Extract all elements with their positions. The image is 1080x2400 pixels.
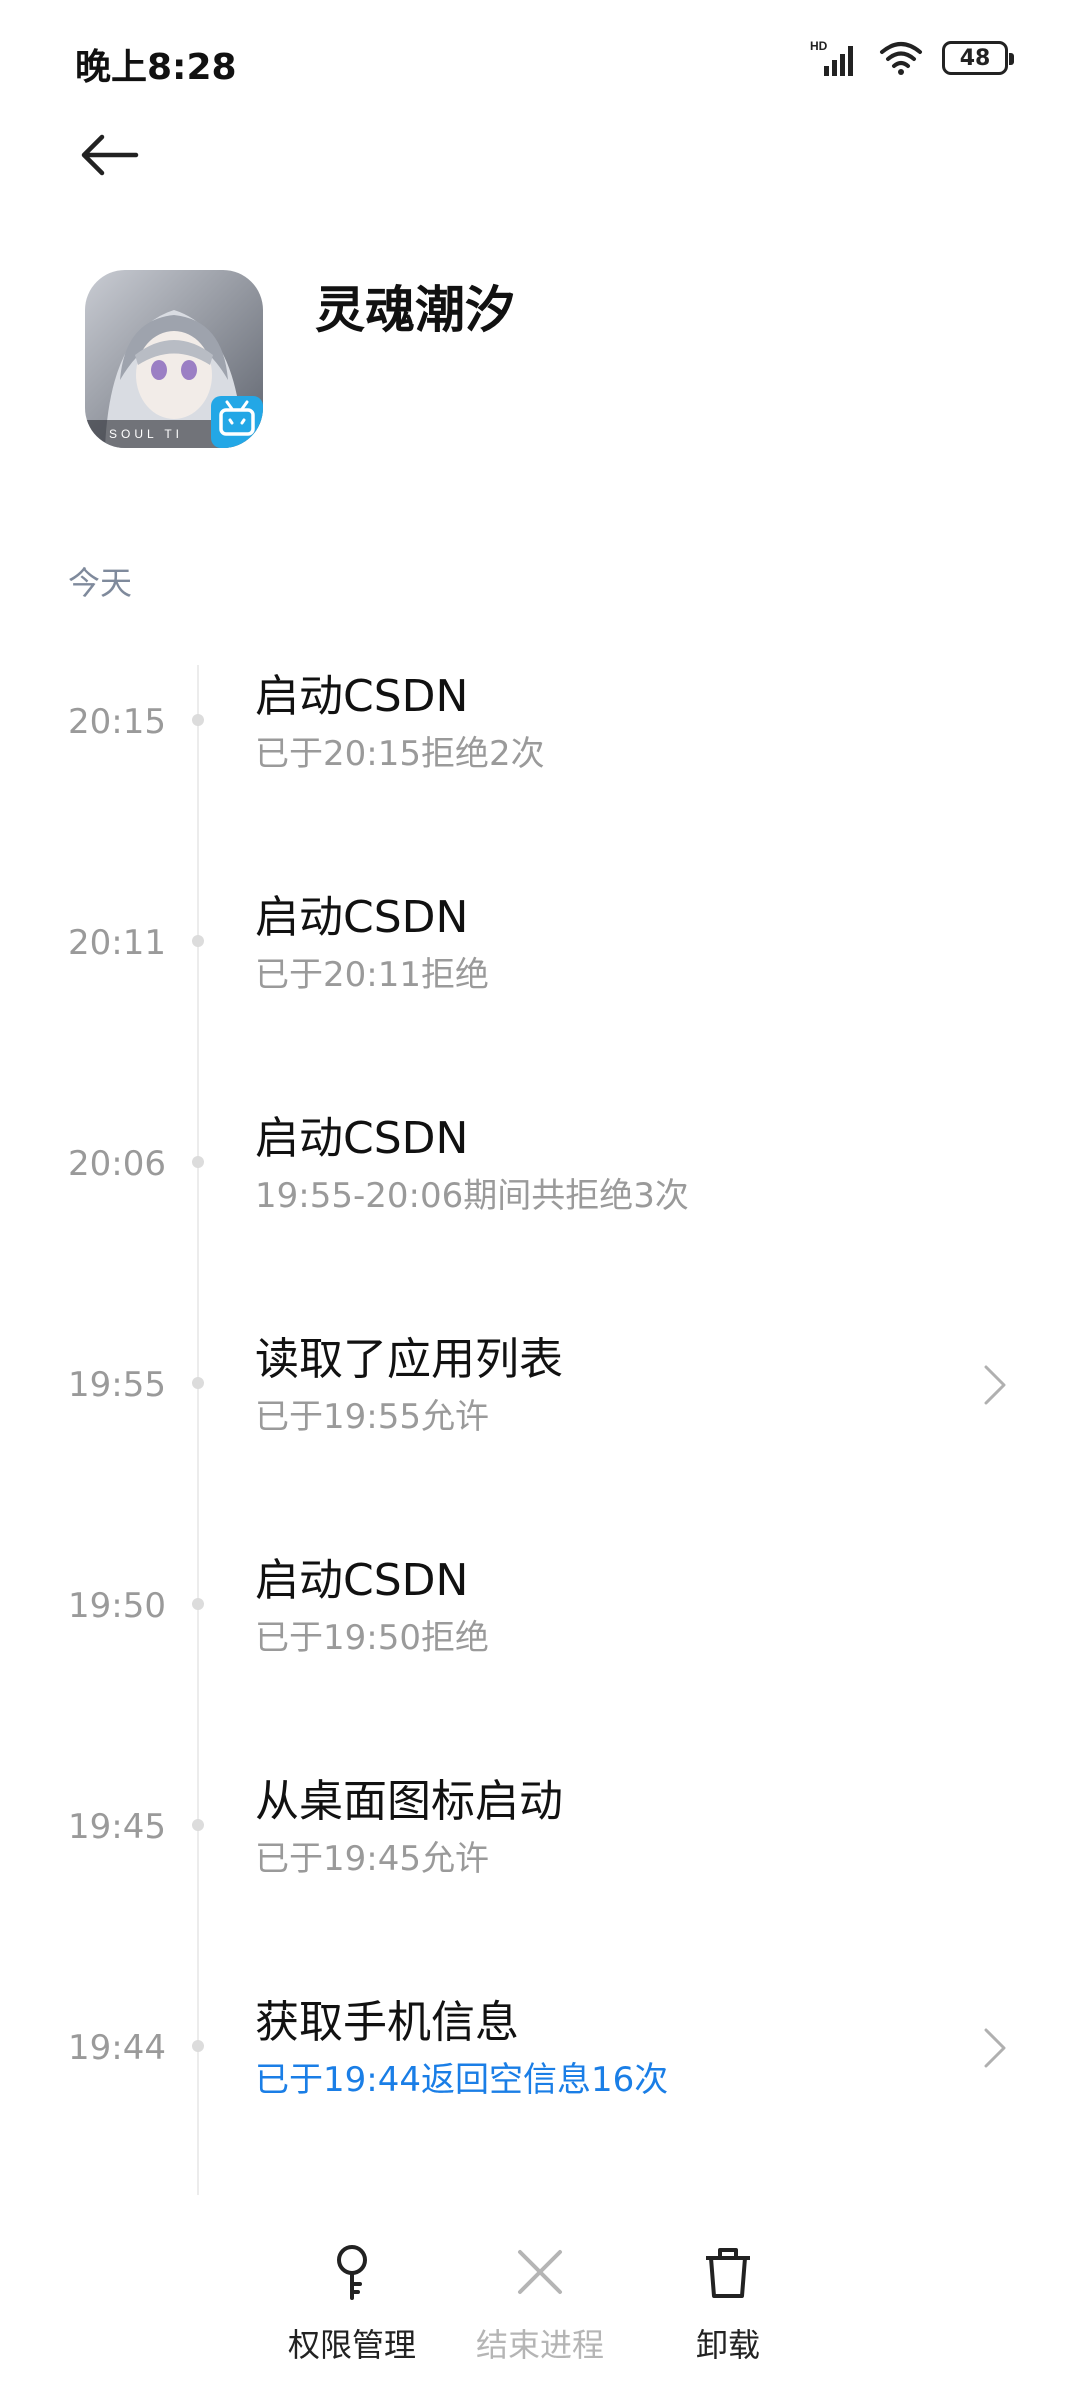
timeline-subtitle: 19:55-20:06期间共拒绝3次 — [255, 1176, 689, 1216]
timeline-subtitle: 已于19:50拒绝 — [255, 1618, 489, 1658]
timeline-item: 20:11 启动CSDN 已于20:11拒绝 — [0, 881, 1080, 1041]
timeline-item: 19:45 从桌面图标启动 已于19:45允许 — [0, 1765, 1080, 1925]
timeline-title: 读取了应用列表 — [255, 1334, 563, 1385]
status-time: 晚上8:28 — [75, 47, 237, 88]
timeline-dot — [192, 1819, 204, 1831]
key-icon — [337, 2245, 367, 2300]
timeline-dot — [192, 1156, 204, 1168]
battery-level: 48 — [959, 45, 991, 71]
battery-icon: 48 — [942, 41, 1014, 75]
app-icon-text: SOUL TI — [109, 427, 183, 441]
signal-icon: HD — [810, 39, 853, 76]
close-icon — [518, 2250, 562, 2294]
timeline-dot — [192, 935, 204, 947]
timeline-item: 20:15 启动CSDN 已于20:15拒绝2次 — [0, 660, 1080, 820]
timeline-time: 19:44 — [68, 2028, 166, 2068]
timeline-item: 20:06 启动CSDN 19:55-20:06期间共拒绝3次 — [0, 1102, 1080, 1262]
trash-icon — [706, 2248, 750, 2298]
uninstall-button[interactable]: 卸载 — [628, 2230, 828, 2380]
chevron-right-icon — [984, 1365, 1006, 1405]
section-label-today: 今天 — [68, 564, 133, 602]
status-icons: HD 48 — [810, 36, 1014, 80]
timeline-title: 启动CSDN — [255, 892, 469, 943]
timeline-subtitle: 已于19:44返回空信息16次 — [255, 2060, 669, 2100]
back-arrow-icon — [81, 134, 139, 176]
chevron-right-icon — [984, 2028, 1006, 2068]
app-icon: SOUL TI — [85, 270, 263, 448]
timeline-title: 获取手机信息 — [255, 1997, 519, 2048]
timeline-subtitle: 已于19:45允许 — [255, 1839, 489, 1879]
timeline-subtitle: 已于20:11拒绝 — [255, 955, 489, 995]
timeline-item-phone-info[interactable]: 19:44 获取手机信息 已于19:44返回空信息16次 — [0, 1986, 1080, 2146]
timeline-title: 启动CSDN — [255, 671, 469, 722]
timeline-item-app-list[interactable]: 19:55 读取了应用列表 已于19:55允许 — [0, 1323, 1080, 1483]
status-bar: 晚上8:28 HD 48 — [0, 0, 1080, 120]
timeline-dot — [192, 2040, 204, 2052]
end-process-button[interactable]: 结束进程 — [440, 2230, 640, 2380]
wifi-icon — [880, 42, 922, 75]
back-button[interactable] — [78, 120, 158, 190]
end-process-label: 结束进程 — [475, 2326, 604, 2364]
permissions-button[interactable]: 权限管理 — [252, 2230, 452, 2380]
timeline-dot — [192, 1598, 204, 1610]
bottom-action-bar: 权限管理 结束进程 卸载 — [0, 2230, 1080, 2400]
app-name: 灵魂潮汐 — [315, 281, 515, 339]
timeline-time: 19:50 — [68, 1586, 166, 1626]
timeline-title: 启动CSDN — [255, 1555, 469, 1606]
timeline-time: 19:55 — [68, 1365, 166, 1405]
timeline-title: 启动CSDN — [255, 1113, 469, 1164]
timeline-dot — [192, 714, 204, 726]
network-label: HD — [810, 39, 828, 53]
timeline-item: 19:50 启动CSDN 已于19:50拒绝 — [0, 1544, 1080, 1704]
timeline-time: 19:45 — [68, 1807, 166, 1847]
timeline-subtitle: 已于19:55允许 — [255, 1397, 489, 1437]
timeline-time: 20:11 — [68, 923, 166, 963]
timeline-time: 20:15 — [68, 702, 166, 742]
timeline-time: 20:06 — [68, 1144, 166, 1184]
timeline-dot — [192, 1377, 204, 1389]
timeline-subtitle: 已于20:15拒绝2次 — [255, 734, 545, 774]
uninstall-label: 卸载 — [695, 2326, 760, 2364]
timeline-title: 从桌面图标启动 — [255, 1776, 563, 1827]
permissions-label: 权限管理 — [287, 2326, 416, 2364]
